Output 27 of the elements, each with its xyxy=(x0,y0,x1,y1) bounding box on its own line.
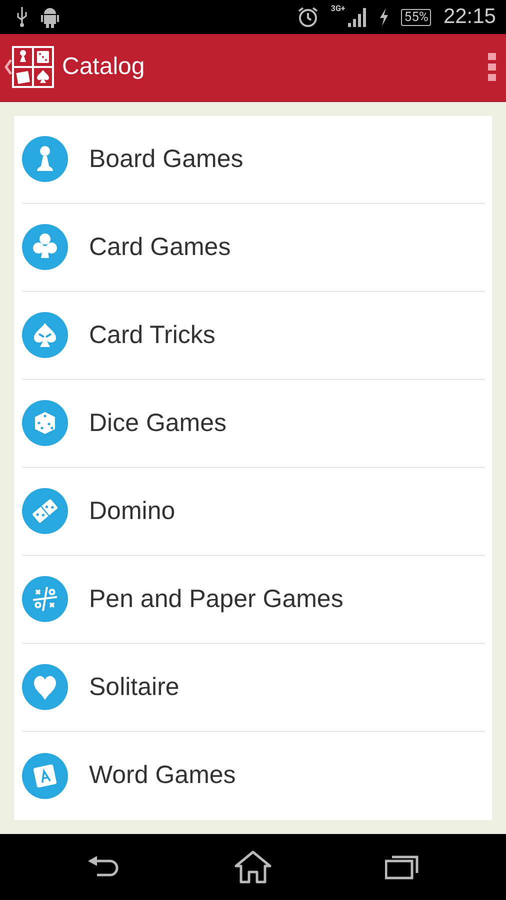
catalog-item[interactable]: Word Games xyxy=(22,732,485,820)
pawn-icon xyxy=(22,136,68,182)
signal-icon xyxy=(347,7,368,28)
app-logo-icon xyxy=(12,46,54,88)
catalog-item[interactable]: Card Games xyxy=(22,204,485,292)
catalog-item[interactable]: Solitaire xyxy=(22,644,485,732)
screen-title: Catalog xyxy=(62,53,145,82)
letter-tile-icon xyxy=(22,752,68,799)
domino-icon xyxy=(22,488,68,534)
battery-level: 55% xyxy=(401,8,432,26)
catalog-item[interactable]: Dice Games xyxy=(22,380,485,468)
network-type: 3G+ xyxy=(330,4,346,13)
clock-time: 22:15 xyxy=(443,5,496,30)
back-caret-icon[interactable] xyxy=(4,59,12,76)
catalog-item[interactable]: Board Games xyxy=(22,116,485,204)
alarm-clock-icon xyxy=(296,6,319,28)
club-icon xyxy=(22,224,68,270)
charging-icon xyxy=(379,8,390,26)
tic-tac-toe-icon xyxy=(22,576,68,622)
spade-icon xyxy=(22,312,68,358)
android-icon xyxy=(40,6,60,28)
usb-icon xyxy=(16,6,28,28)
catalog-item[interactable]: Card Tricks xyxy=(22,292,485,380)
catalog-item[interactable]: Domino xyxy=(22,468,485,556)
dice-icon xyxy=(22,400,68,446)
catalog-item[interactable]: Pen and Paper Games xyxy=(22,556,485,644)
overflow-menu-icon[interactable] xyxy=(488,53,496,82)
